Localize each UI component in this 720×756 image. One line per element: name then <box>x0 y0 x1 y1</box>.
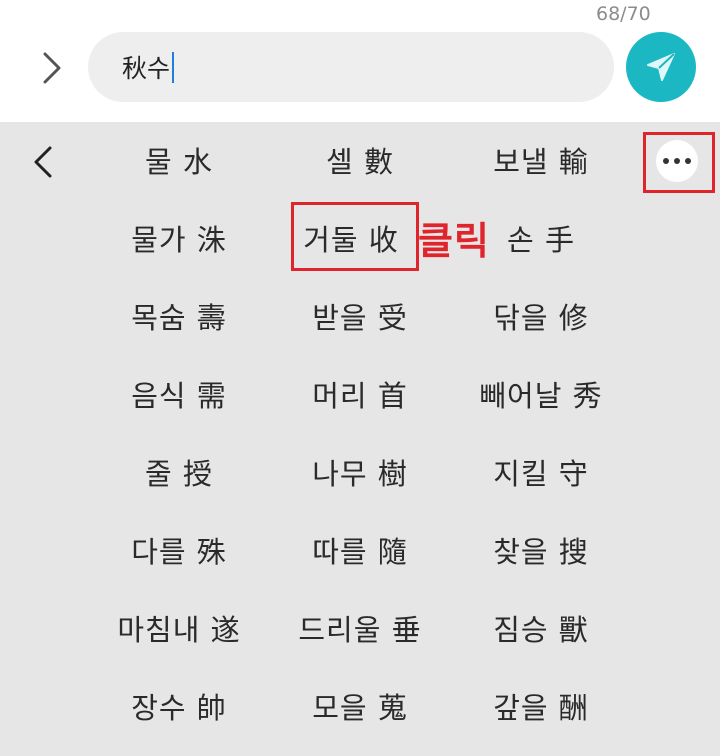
click-annotation-label: 클릭 <box>418 219 490 263</box>
candidate-item[interactable]: 머리 首 <box>275 371 445 421</box>
candidate-item[interactable]: 마침내 遂 <box>94 605 264 655</box>
text-caret <box>172 51 175 83</box>
back-button[interactable] <box>24 140 64 184</box>
candidate-item[interactable]: 줄 授 <box>94 449 264 499</box>
candidate-item[interactable]: 찾을 搜 <box>456 527 626 577</box>
candidate-item[interactable]: 받을 受 <box>275 293 445 343</box>
candidate-item[interactable]: 짐승 獸 <box>456 605 626 655</box>
candidate-item[interactable]: 물 水 <box>94 137 264 187</box>
candidate-item[interactable]: 보낼 輸 <box>456 137 626 187</box>
char-counter: 68/70 <box>596 3 651 25</box>
selected-candidate-highlight-box <box>291 202 419 271</box>
candidate-item[interactable]: 따를 隨 <box>275 527 445 577</box>
input-bar: 68/70 秋수 <box>0 0 720 122</box>
send-icon <box>647 53 675 81</box>
candidate-item[interactable]: 모을 蒐 <box>275 683 445 733</box>
message-input-text: 秋수 <box>122 54 171 83</box>
candidate-item[interactable]: 드리울 垂 <box>275 605 445 655</box>
candidate-item[interactable]: 다를 殊 <box>94 527 264 577</box>
candidate-item[interactable]: 나무 樹 <box>275 449 445 499</box>
candidate-item[interactable]: 셀 數 <box>275 137 445 187</box>
hanja-candidate-panel: 물 水 셀 數 보낼 輸 물가 洙 거둘 收 손 手 목숨 壽 받을 受 닦을 … <box>0 122 720 756</box>
candidate-item[interactable]: 장수 帥 <box>94 683 264 733</box>
candidate-item[interactable]: 목숨 壽 <box>94 293 264 343</box>
candidate-item[interactable]: 음식 需 <box>94 371 264 421</box>
expand-button[interactable] <box>30 46 74 90</box>
message-input[interactable]: 秋수 <box>88 32 614 102</box>
send-button[interactable] <box>626 32 696 102</box>
more-button-highlight-box <box>643 132 715 193</box>
candidate-item[interactable]: 빼어날 秀 <box>456 371 626 421</box>
candidate-item[interactable]: 지킬 守 <box>456 449 626 499</box>
candidate-item[interactable]: 닦을 修 <box>456 293 626 343</box>
candidate-item[interactable]: 갚을 酬 <box>456 683 626 733</box>
chevron-right-icon <box>43 52 61 84</box>
chevron-left-icon <box>34 146 52 178</box>
candidate-item[interactable]: 물가 洙 <box>94 215 264 265</box>
